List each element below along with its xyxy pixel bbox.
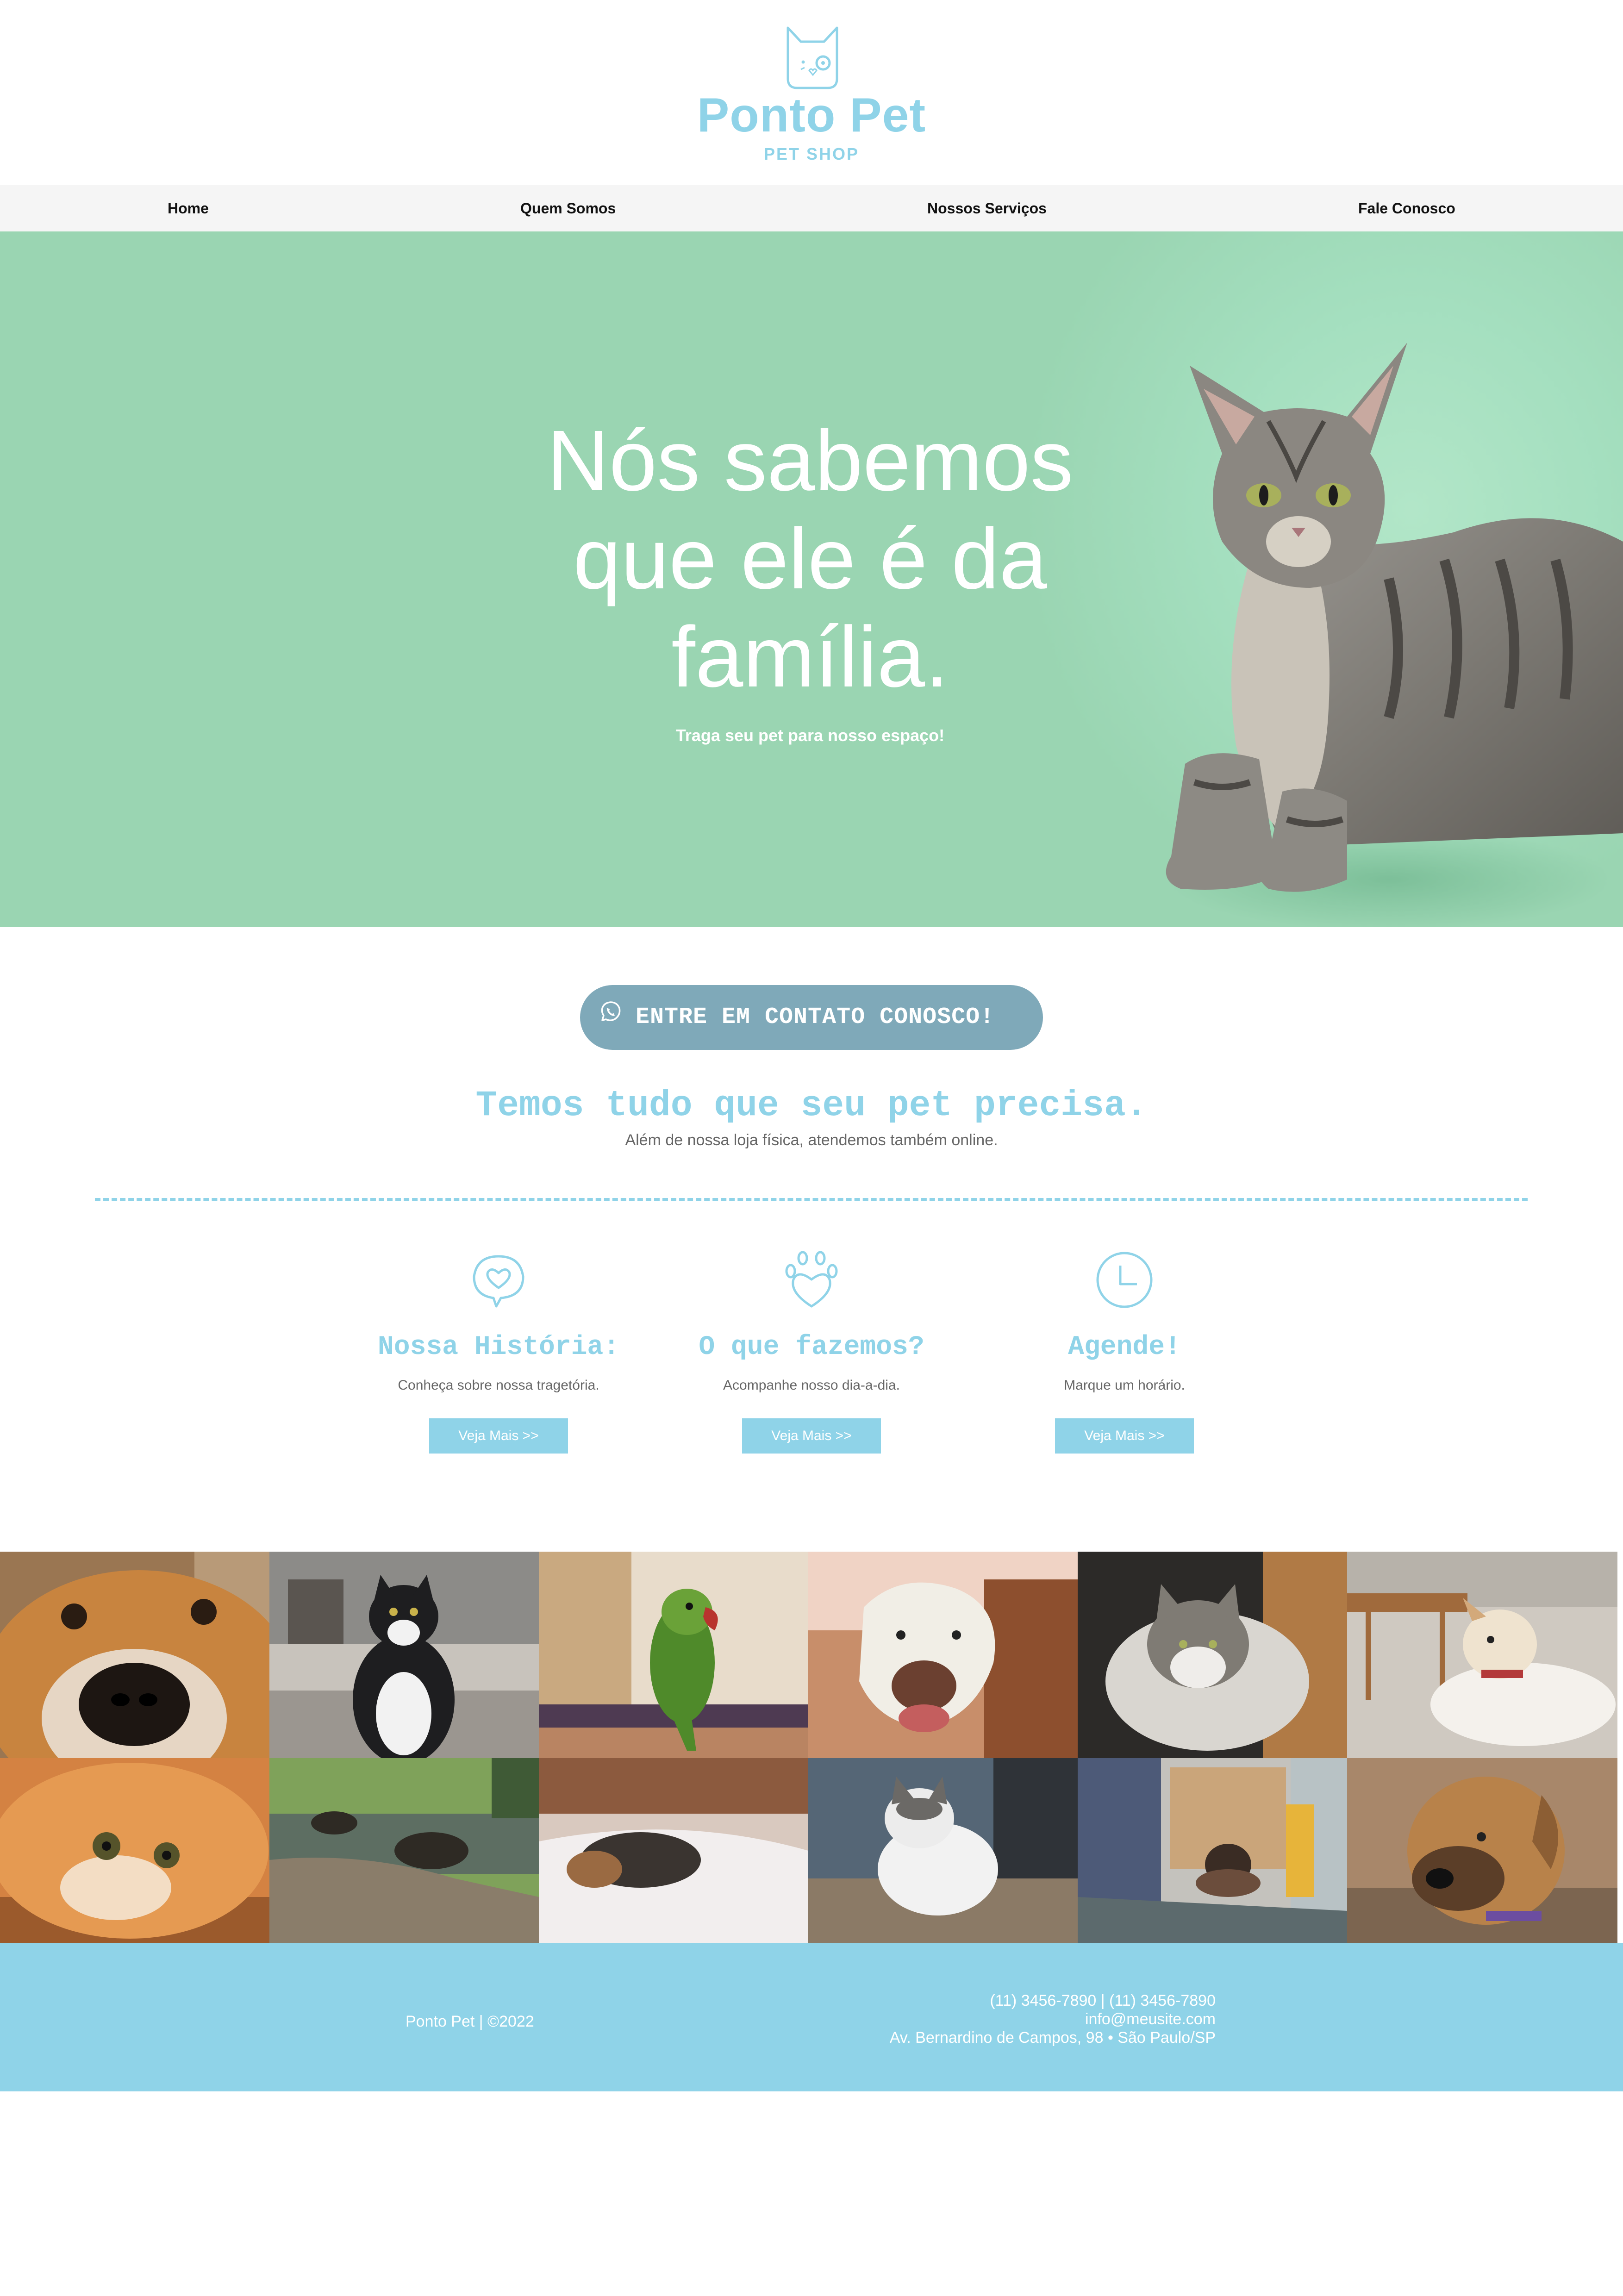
- veja-mais-button[interactable]: Veja Mais >>: [1055, 1418, 1194, 1454]
- gallery-photo-black-white-cat[interactable]: [269, 1552, 539, 1758]
- feature-description: Marque um horário.: [1064, 1378, 1185, 1393]
- gallery-photo-sleeping-dog[interactable]: [539, 1758, 808, 1943]
- nav-item-fale-conosco[interactable]: Fale Conosco: [1358, 185, 1455, 231]
- cat-logo-icon[interactable]: [782, 24, 843, 91]
- hero-title: Nós sabemos que ele é da família.: [547, 413, 1074, 705]
- footer-email[interactable]: info@meusite.com: [890, 2010, 1216, 2028]
- nav-item-home[interactable]: Home: [168, 185, 209, 231]
- veja-mais-button[interactable]: Veja Mais >>: [429, 1418, 568, 1454]
- gallery-photo-turtle[interactable]: [269, 1758, 539, 1943]
- hero-subtitle: Traga seu pet para nosso espaço!: [675, 726, 945, 745]
- footer-copyright: Ponto Pet | ©2022: [406, 2013, 534, 2030]
- feature-title: Nossa História:: [377, 1332, 620, 1362]
- feature-title: Agende!: [1068, 1332, 1181, 1362]
- clock-icon: [1096, 1252, 1153, 1308]
- intro-subtitle: Além de nossa loja física, atendemos tam…: [625, 1131, 998, 1149]
- gallery-photo-beagle[interactable]: [0, 1552, 269, 1758]
- footer-phones[interactable]: (11) 3456-7890 | (11) 3456-7890: [890, 1991, 1216, 2010]
- brand-tagline: PET SHOP: [763, 144, 860, 163]
- gallery-photo-white-cat[interactable]: [808, 1758, 1078, 1943]
- contact-cta-button[interactable]: ENTRE EM CONTATO CONOSCO!: [580, 985, 1043, 1050]
- section-divider: [95, 1198, 1528, 1201]
- gallery-photo-dog-collar[interactable]: [1347, 1552, 1617, 1758]
- footer-address: Av. Bernardino de Campos, 98 • São Paulo…: [889, 2029, 1216, 2046]
- photo-gallery: [0, 1552, 1617, 1943]
- gallery-photo-brown-dog[interactable]: [1347, 1758, 1617, 1943]
- feature-description: Conheça sobre nossa tragetória.: [398, 1378, 599, 1393]
- hero-cat-image: [1166, 343, 1623, 927]
- feature-title: O que fazemos?: [699, 1332, 924, 1362]
- veja-mais-button[interactable]: Veja Mais >>: [742, 1418, 881, 1454]
- contact-cta-label: ENTRE EM CONTATO CONOSCO!: [636, 1004, 995, 1030]
- main-nav: Home Quem Somos Nossos Serviços Fale Con…: [0, 185, 1623, 231]
- gallery-photo-tabby-cat[interactable]: [1078, 1552, 1347, 1758]
- site-header: Ponto Pet PET SHOP: [0, 0, 1623, 185]
- intro-title: Temos tudo que seu pet precisa.: [475, 1086, 1148, 1126]
- site-footer: Ponto Pet | ©2022 (11) 3456-7890 | (11) …: [0, 1943, 1623, 2091]
- gallery-photo-hamster[interactable]: [1078, 1758, 1347, 1943]
- nav-item-quem-somos[interactable]: Quem Somos: [520, 185, 616, 231]
- brand-name[interactable]: Ponto Pet: [0, 88, 1623, 143]
- gallery-photo-orange-kitten[interactable]: [0, 1758, 269, 1943]
- paw-heart-icon: [785, 1251, 838, 1308]
- hero-banner: Nós sabemos que ele é da família. Traga …: [0, 231, 1623, 927]
- gallery-photo-white-dog[interactable]: [808, 1552, 1078, 1758]
- nav-item-nossos-servicos[interactable]: Nossos Serviços: [927, 185, 1047, 231]
- heart-chat-icon: [473, 1255, 524, 1308]
- whatsapp-icon: [601, 1001, 621, 1021]
- gallery-photo-parrot[interactable]: [539, 1552, 808, 1758]
- footer-contact: (11) 3456-7890 | (11) 3456-7890 info@meu…: [890, 1991, 1216, 2047]
- feature-description: Acompanhe nosso dia-a-dia.: [723, 1378, 900, 1393]
